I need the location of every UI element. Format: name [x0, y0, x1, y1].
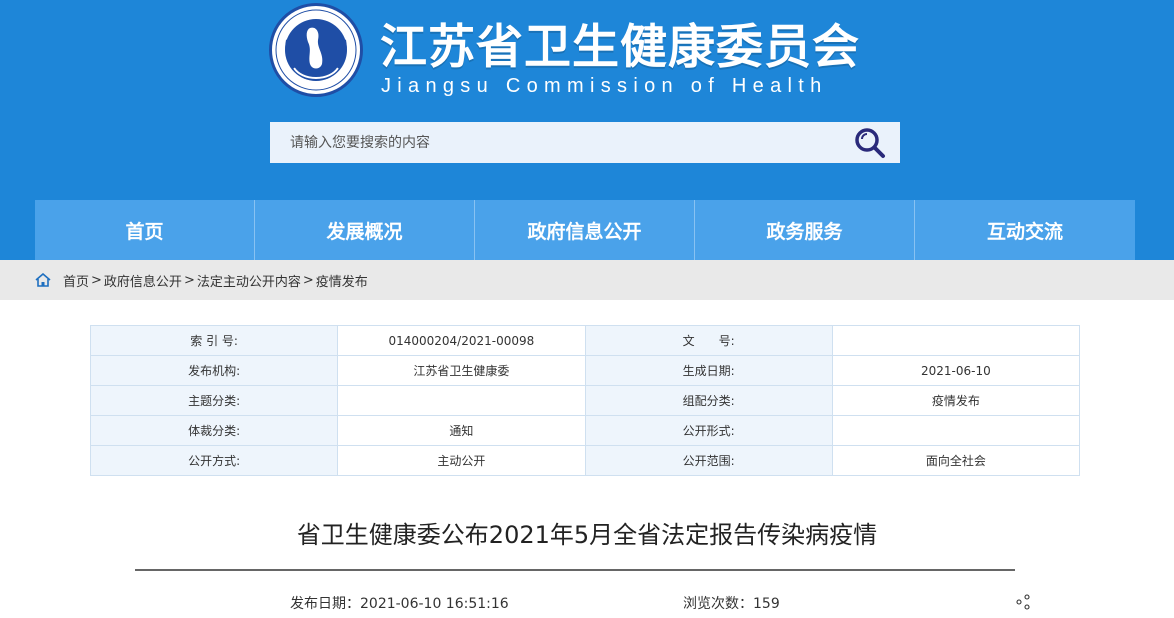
publish-date-label: 发布日期：	[290, 596, 360, 612]
view-count-value: 159	[753, 596, 780, 612]
breadcrumb-item-epidemic[interactable]: 疫情发布	[316, 271, 368, 290]
meta-value: 江苏省卫生健康委	[337, 355, 586, 386]
meta-key: 公开方式:	[89, 445, 339, 476]
breadcrumb-item-gov-info[interactable]: 政府信息公开	[104, 271, 182, 290]
title-divider	[135, 569, 1015, 571]
meta-key: 发布机构:	[89, 355, 339, 386]
emblem-ring	[275, 9, 357, 91]
meta-key: 组配分类:	[584, 385, 833, 416]
meta-value: 面向全社会	[831, 445, 1081, 476]
site-header: 江苏省卫生健康委员会 Jiangsu Commission of Health …	[0, 0, 1174, 260]
view-count: 浏览次数：159	[683, 593, 780, 613]
meta-key: 文 号:	[584, 325, 833, 356]
article-title: 省卫生健康委公布2021年5月全省法定报告传染病疫情	[296, 521, 878, 549]
meta-value	[831, 415, 1081, 446]
table-row: 主题分类: 组配分类: 疫情发布	[89, 385, 1081, 416]
meta-value: 2021-06-10	[831, 355, 1081, 386]
breadcrumb-separator: >	[302, 272, 314, 288]
search-input[interactable]	[270, 122, 840, 163]
publish-date-value: 2021-06-10 16:51:16	[360, 596, 509, 612]
meta-value: 主动公开	[337, 445, 586, 476]
meta-value: 疫情发布	[831, 385, 1081, 416]
meta-key: 体裁分类:	[89, 415, 339, 446]
table-row: 体裁分类: 通知 公开形式:	[89, 415, 1081, 446]
nav-item-gov-info[interactable]: 政府信息公开	[475, 200, 695, 260]
nav-item-interaction[interactable]: 互动交流	[915, 200, 1135, 260]
site-title: 江苏省卫生健康委员会	[380, 20, 860, 75]
breadcrumb-item-home[interactable]: 首页	[63, 271, 89, 290]
table-row: 公开方式: 主动公开 公开范围: 面向全社会	[89, 445, 1081, 476]
share-icon[interactable]	[1016, 594, 1030, 610]
document-meta-table: 索 引 号: 014000204/2021-00098 文 号: 发布机构: 江…	[89, 325, 1081, 476]
meta-value	[831, 325, 1081, 356]
meta-key: 主题分类:	[89, 385, 339, 416]
breadcrumb-separator: >	[91, 272, 102, 288]
emblem-logo-icon[interactable]	[269, 3, 363, 97]
search-bar	[270, 122, 900, 163]
meta-value	[337, 385, 586, 416]
publish-date: 发布日期：2021-06-10 16:51:16	[290, 593, 509, 613]
nav-item-services[interactable]: 政务服务	[695, 200, 915, 260]
breadcrumb-item-statutory[interactable]: 法定主动公开内容	[197, 271, 301, 290]
view-count-label: 浏览次数：	[683, 596, 753, 612]
breadcrumb: 首页 > 政府信息公开 > 法定主动公开内容 > 疫情发布	[0, 260, 1174, 300]
meta-key: 公开形式:	[584, 415, 833, 446]
home-icon[interactable]	[35, 273, 51, 287]
meta-key: 索 引 号:	[89, 325, 339, 356]
meta-key: 生成日期:	[584, 355, 833, 386]
search-button[interactable]	[852, 127, 888, 159]
table-row: 索 引 号: 014000204/2021-00098 文 号:	[89, 325, 1081, 356]
site-title-english: Jiangsu Commission of Health	[381, 75, 828, 97]
breadcrumb-separator: >	[183, 272, 195, 288]
nav-item-overview[interactable]: 发展概况	[255, 200, 475, 260]
meta-value: 通知	[337, 415, 586, 446]
table-row: 发布机构: 江苏省卫生健康委 生成日期: 2021-06-10	[89, 355, 1081, 386]
meta-key: 公开范围:	[584, 445, 833, 476]
meta-value: 014000204/2021-00098	[337, 325, 586, 356]
search-icon	[855, 128, 885, 158]
nav-item-home[interactable]: 首页	[35, 200, 255, 260]
main-nav: 首页 发展概况 政府信息公开 政务服务 互动交流	[35, 200, 1135, 260]
